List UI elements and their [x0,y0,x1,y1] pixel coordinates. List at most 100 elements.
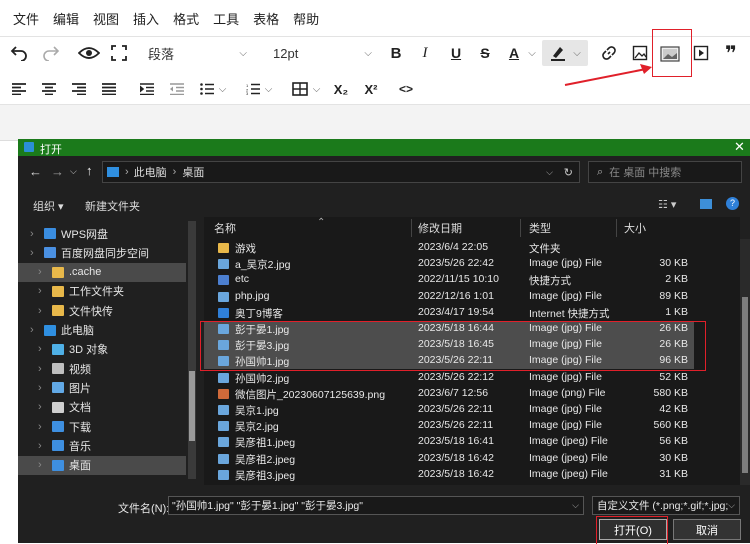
organize-button[interactable]: 组织 ▾ [33,198,64,214]
nav-item[interactable]: › 图片 [18,378,186,397]
close-icon[interactable]: ✕ [734,139,745,155]
image-button[interactable] [629,42,651,64]
align-left-button[interactable] [8,78,30,100]
menu-table[interactable]: 表格 [246,9,286,28]
address-bar[interactable]: › 此电脑 › 桌面 ⌵ ↻ [102,161,580,183]
nav-item[interactable]: › 3D 对象 [18,340,186,359]
help-icon[interactable]: ? [726,197,739,210]
file-list-scrollbar-thumb[interactable] [742,297,748,473]
blockquote-button[interactable]: ❞ [720,42,742,65]
paragraph-style-select[interactable]: 段落 ⌵ [140,42,255,64]
text-color-button[interactable]: A [503,42,525,64]
subscript-button[interactable]: X₂ [330,78,352,100]
breadcrumb-desktop[interactable]: 桌面 [182,164,204,180]
nav-item[interactable]: › WPS网盘 [18,224,186,243]
expand-chevron-icon[interactable]: › [38,305,42,317]
expand-chevron-icon[interactable]: › [38,363,42,375]
code-button[interactable]: <> [395,78,417,100]
column-name-header[interactable]: 名称 [214,217,236,239]
column-size-header[interactable]: 大小 [624,217,646,239]
expand-chevron-icon[interactable]: › [38,382,42,394]
align-center-button[interactable] [38,78,60,100]
expand-chevron-icon[interactable]: › [30,228,34,240]
file-row[interactable]: 吴京2.jpg 2023/5/26 22:11 Image (jpg) File 56… [204,418,694,434]
file-row[interactable]: 孙国帅2.jpg 2023/5/26 22:12 Image (jpg) File 5… [204,370,694,386]
table-button[interactable]: ⌵ [287,78,325,100]
editor-area[interactable] [0,105,750,140]
nav-item[interactable]: › 工作文件夹 [18,282,186,301]
chevron-down-icon[interactable]: ⌵ [728,500,735,511]
file-row[interactable]: etc 2022/11/15 10:10 快捷方式 2 KB [204,272,694,288]
justify-button[interactable] [98,78,120,100]
nav-item[interactable]: › 百度网盘同步空间 [18,243,186,262]
nav-item[interactable]: › 视频 [18,359,186,378]
back-icon[interactable]: ← [29,164,42,179]
menu-edit[interactable]: 编辑 [46,9,86,28]
file-row[interactable]: 吴彦祖3.jpeg 2023/5/18 16:42 Image (jpeg) Fil… [204,467,694,483]
file-type-select[interactable]: 自定义文件 (*.png;*.gif;*.jpg;* ⌵ [592,496,740,515]
expand-chevron-icon[interactable]: › [38,440,42,452]
strikethrough-button[interactable]: S [475,42,495,64]
cancel-button[interactable]: 取消 [673,519,741,540]
expand-chevron-icon[interactable]: › [38,401,42,413]
menu-tools[interactable]: 工具 [206,9,246,28]
file-row[interactable]: 游戏 2023/6/4 22:05 文件夹 [204,240,694,256]
superscript-button[interactable]: X² [360,78,382,100]
indent-button[interactable] [136,78,158,100]
column-type-header[interactable]: 类型 [529,217,551,239]
expand-chevron-icon[interactable]: › [38,421,42,433]
nav-item[interactable]: › 文件快传 [18,301,186,320]
text-color-dropdown[interactable]: ⌵ [526,42,538,64]
file-row[interactable]: 吴彦祖2.jpeg 2023/5/18 16:42 Image (jpeg) Fil… [204,451,694,467]
align-right-button[interactable] [68,78,90,100]
fullscreen-button[interactable] [108,42,130,64]
chevron-down-icon[interactable]: ⌵ [546,167,553,178]
expand-chevron-icon[interactable]: › [38,343,42,355]
file-row[interactable]: 吴彦祖1.jpeg 2023/5/18 16:41 Image (jpeg) Fil… [204,434,694,450]
column-date-header[interactable]: 修改日期 [418,217,462,239]
bold-button[interactable]: B [386,42,406,64]
nav-item[interactable]: › 音乐 [18,436,186,455]
outdent-button[interactable] [166,78,188,100]
refresh-icon[interactable]: ↻ [564,166,573,179]
underline-button[interactable]: U [446,42,466,64]
file-row[interactable]: a_吴京2.jpg 2023/5/26 22:42 Image (jpg) File… [204,256,694,272]
font-size-select[interactable]: 12pt ⌵ [265,42,380,64]
italic-button[interactable]: I [415,42,435,64]
new-folder-button[interactable]: 新建文件夹 [85,198,140,214]
nav-item[interactable]: › 桌面 [18,455,186,475]
file-row[interactable]: 微信图片_20230607125639.png 2023/6/7 12:56 Ima… [204,386,694,402]
view-options-icon[interactable]: ☷ ▾ [658,198,676,211]
recent-locations-icon[interactable]: ⌵ [70,166,77,177]
numbered-list-button[interactable]: 1 2 3 ⌵ [242,78,276,100]
search-input[interactable]: ⌕ 在 桌面 中搜索 [588,161,742,183]
nav-item[interactable]: › 下载 [18,417,186,436]
link-button[interactable] [598,42,620,64]
file-row[interactable]: 吴京1.jpg 2023/5/26 22:11 Image (jpg) File 42… [204,402,694,418]
nav-item[interactable]: › 此电脑 [18,321,186,340]
bullet-list-button[interactable]: ⌵ [196,78,230,100]
menu-help[interactable]: 帮助 [286,9,326,28]
menu-insert[interactable]: 插入 [126,9,166,28]
nav-item[interactable]: › 文档 [18,398,186,417]
media-button[interactable] [690,42,712,64]
redo-button[interactable] [40,42,62,64]
filename-input[interactable]: "孙国帅1.jpg" "彭于晏1.jpg" "彭于晏3.jpg" ⌵ [168,496,584,515]
undo-button[interactable] [8,42,30,64]
expand-chevron-icon[interactable]: › [38,266,42,278]
expand-chevron-icon[interactable]: › [30,247,34,259]
forward-icon[interactable]: → [51,164,64,179]
file-row[interactable]: 奥丁9博客 2023/4/17 19:54 Internet 快捷方式 1 KB [204,305,694,321]
expand-chevron-icon[interactable]: › [38,459,42,471]
preview-button[interactable] [76,42,102,64]
breadcrumb-this-pc[interactable]: 此电脑 [134,164,167,180]
expand-chevron-icon[interactable]: › [38,285,42,297]
nav-scrollbar-thumb[interactable] [189,371,195,441]
menu-format[interactable]: 格式 [166,9,206,28]
menu-file[interactable]: 文件 [0,9,46,28]
up-icon[interactable]: ↑ [86,163,93,178]
file-row[interactable]: php.jpg 2022/12/16 1:01 Image (jpg) File 89… [204,289,694,305]
nav-item[interactable]: › .cache [18,262,186,282]
chevron-down-icon[interactable]: ⌵ [572,500,579,511]
expand-chevron-icon[interactable]: › [30,324,34,336]
